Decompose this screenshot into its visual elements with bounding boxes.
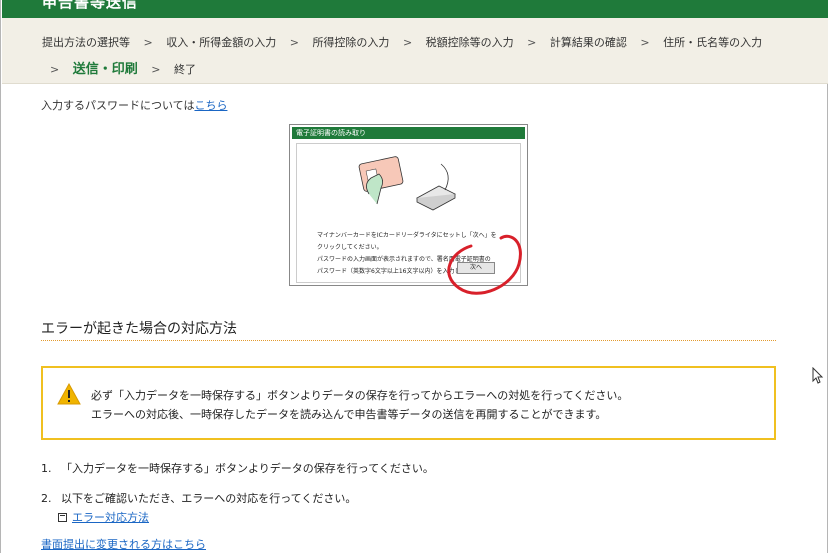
warning-box: 必ず「入力データを一時保存する」ボタンよりデータの保存を行ってからエラーへの対処…: [41, 366, 776, 440]
page-frame: 申告書等送信 提出方法の選択等 > 収入・所得金額の入力 > 所得控除の入力 >…: [0, 0, 828, 553]
app-header: 申告書等送信: [2, 0, 828, 18]
list-text: 「入力データを一時保存する」ボタンよりデータの保存を行ってください。: [61, 462, 434, 475]
breadcrumb-item-income: 収入・所得金額の入力: [166, 36, 277, 49]
paper-submission-row: 書面提出に変更される方はこちら: [41, 536, 206, 552]
error-section-title: エラーが起きた場合の対応方法: [41, 321, 237, 337]
dialog-line: クリックしてください。: [317, 244, 383, 251]
warning-text: エラーへの対応後、一時保存したデータを読み込んで申告書等データの送信を再開するこ…: [91, 408, 607, 421]
breadcrumb-item-method: 提出方法の選択等: [42, 36, 130, 49]
paper-submission-link[interactable]: 書面提出に変更される方はこちら: [41, 538, 206, 551]
breadcrumb-item-result: 計算結果の確認: [549, 36, 627, 49]
breadcrumb: 提出方法の選択等 > 収入・所得金額の入力 > 所得控除の入力 > 税額控除等の…: [2, 18, 828, 84]
dialog-title: 電子証明書の読み取り: [292, 127, 525, 139]
document-icon: [58, 513, 67, 522]
chevron-right-icon: >: [640, 36, 650, 49]
warning-text: 必ず「入力データを一時保存する」ボタンよりデータの保存を行ってからエラーへの対処…: [91, 389, 629, 402]
password-note: 入力するパスワードについてはこちら: [41, 97, 227, 113]
breadcrumb-item-tax-credit: 税額控除等の入力: [425, 36, 514, 49]
password-note-text: 入力するパスワードについては: [41, 99, 195, 112]
error-guide-link[interactable]: エラー対応方法: [72, 511, 149, 524]
breadcrumb-item-end: 終了: [173, 63, 196, 76]
list-item: 2. 以下をご確認いただき、エラーへの対応を行ってください。: [41, 490, 356, 506]
chevron-right-icon: >: [151, 63, 161, 76]
chevron-right-icon: >: [143, 36, 153, 49]
chevron-right-icon: >: [402, 36, 413, 49]
breadcrumb-row: 提出方法の選択等 > 収入・所得金額の入力 > 所得控除の入力 > 税額控除等の…: [42, 34, 762, 50]
breadcrumb-row: > 送信・印刷 > 終了: [42, 58, 196, 77]
red-annotation-circle: [447, 234, 522, 295]
card-reader-illustration: [358, 156, 456, 211]
section-divider: [41, 340, 776, 341]
warning-icon: [57, 383, 81, 405]
chevron-right-icon: >: [527, 36, 537, 49]
page-title: 申告書等送信: [42, 0, 139, 11]
list-text: 以下をご確認いただき、エラーへの対応を行ってください。: [61, 492, 357, 505]
list-item: 1. 「入力データを一時保存する」ボタンよりデータの保存を行ってください。: [41, 460, 434, 476]
breadcrumb-item-deduction: 所得控除の入力: [312, 36, 390, 49]
list-number: 2.: [41, 492, 52, 505]
mouse-cursor-icon: [812, 367, 824, 384]
chevron-right-icon: >: [289, 36, 299, 49]
breadcrumb-item-current: 送信・印刷: [72, 62, 138, 77]
list-number: 1.: [41, 462, 52, 475]
password-info-link[interactable]: こちら: [194, 99, 227, 112]
breadcrumb-item-address: 住所・氏名等の入力: [663, 36, 763, 49]
chevron-right-icon: >: [50, 63, 60, 76]
error-guide-link-row: エラー対応方法: [58, 509, 149, 525]
